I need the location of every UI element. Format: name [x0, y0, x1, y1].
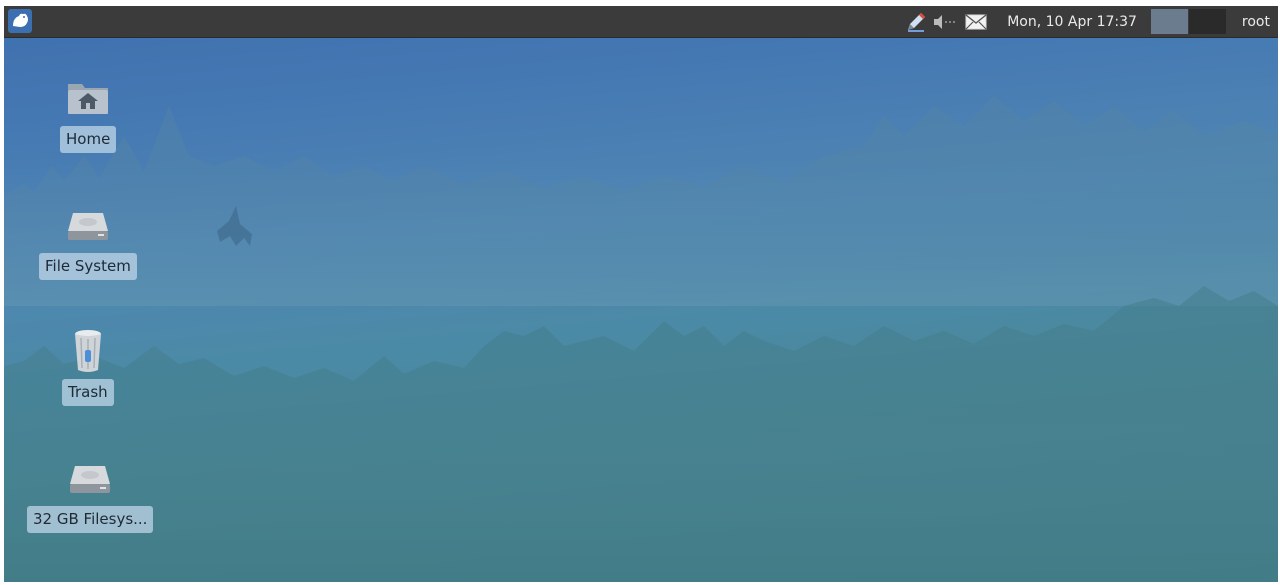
workspace-2[interactable] [1188, 9, 1226, 34]
wallpaper [4, 96, 1278, 582]
drive-icon [64, 201, 112, 249]
desktop[interactable]: Mon, 10 Apr 17:37 root Home File System … [4, 6, 1278, 582]
whisker-menu-icon[interactable] [8, 9, 32, 33]
desktop-icon-label: Home [60, 126, 117, 153]
volume-icon[interactable] [931, 6, 959, 37]
desktop-icon-home[interactable]: Home [60, 74, 117, 153]
drive-icon [66, 454, 114, 502]
system-tray: Mon, 10 Apr 17:37 root [903, 6, 1278, 37]
screenshot-frame: Mon, 10 Apr 17:37 root Home File System … [0, 0, 1280, 585]
home-folder-icon [64, 74, 112, 122]
mail-icon[interactable] [963, 6, 989, 37]
top-panel: Mon, 10 Apr 17:37 root [4, 6, 1278, 38]
desktop-icon-label: File System [39, 253, 137, 280]
desktop-icon-32gb-filesystem[interactable]: 32 GB Filesys... [27, 454, 154, 533]
desktop-icon-file-system[interactable]: File System [39, 201, 137, 280]
text-editor-icon[interactable] [903, 6, 929, 37]
workspace-1[interactable] [1150, 9, 1188, 34]
trash-icon [64, 327, 112, 375]
clock[interactable]: Mon, 10 Apr 17:37 [1007, 14, 1151, 30]
user-menu[interactable]: root [1242, 14, 1278, 30]
desktop-icon-label: Trash [62, 379, 114, 406]
desktop-icon-label: 32 GB Filesys... [27, 506, 154, 533]
desktop-icon-trash[interactable]: Trash [62, 327, 114, 406]
